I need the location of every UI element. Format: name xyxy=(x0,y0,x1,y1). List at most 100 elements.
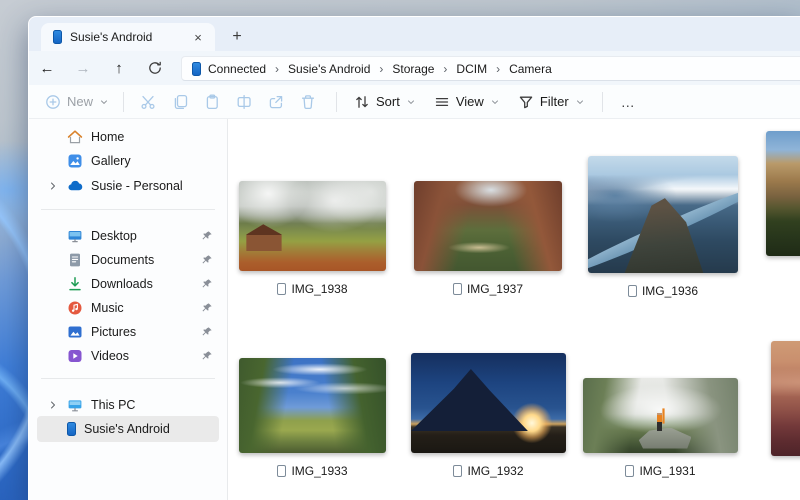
copy-button[interactable] xyxy=(164,88,196,116)
refresh-button[interactable] xyxy=(141,54,169,82)
home-icon xyxy=(67,129,83,145)
chevron-down-icon xyxy=(490,97,500,107)
view-icon xyxy=(434,94,450,110)
onedrive-cloud-icon xyxy=(67,178,83,194)
toolbar-divider xyxy=(602,92,603,112)
toolbar-divider xyxy=(123,92,124,112)
sidebar-item-label: Home xyxy=(91,130,219,144)
up-button[interactable]: ↑ xyxy=(105,54,133,82)
breadcrumb-dcim[interactable]: DCIM xyxy=(449,62,494,76)
sort-icon xyxy=(354,94,370,110)
photo-thumbnail xyxy=(771,341,800,456)
paste-icon xyxy=(204,94,220,110)
sidebar-item-label: Pictures xyxy=(91,325,193,339)
breadcrumb-separator: › xyxy=(377,62,385,76)
sidebar-item-label: Documents xyxy=(91,253,193,267)
copy-icon xyxy=(172,94,188,110)
file-explorer-window: Susie's Android × + ← → ↑ Connected › Su… xyxy=(28,16,800,500)
rename-icon xyxy=(236,94,252,110)
sidebar-item-label: Gallery xyxy=(91,154,219,168)
file-label: IMG_1936 xyxy=(588,284,738,298)
file-img-1938[interactable]: IMG_1938 xyxy=(239,181,386,296)
view-button[interactable]: View xyxy=(425,88,509,116)
sidebar-item-documents[interactable]: Documents xyxy=(37,248,219,272)
breadcrumb-separator: › xyxy=(494,62,502,76)
sidebar-item-music[interactable]: Music xyxy=(37,296,219,320)
trash-icon xyxy=(300,94,316,110)
sidebar-item-downloads[interactable]: Downloads xyxy=(37,272,219,296)
cut-button[interactable] xyxy=(132,88,164,116)
sidebar-item-gallery[interactable]: Gallery xyxy=(37,149,219,173)
sidebar-item-onedrive-personal[interactable]: Susie - Personal xyxy=(37,174,219,198)
sidebar-item-label: This PC xyxy=(91,398,219,412)
new-tab-button[interactable]: + xyxy=(225,25,249,49)
file-partial-right-bottom[interactable] xyxy=(771,341,800,456)
view-label: View xyxy=(456,94,484,109)
breadcrumb-device[interactable]: Susie's Android xyxy=(281,62,377,76)
back-button[interactable]: ← xyxy=(33,54,61,82)
sidebar-item-label: Downloads xyxy=(91,277,193,291)
close-tab-icon[interactable]: × xyxy=(189,28,207,46)
music-icon xyxy=(67,300,83,316)
new-label: New xyxy=(67,94,93,109)
tab-title: Susie's Android xyxy=(70,30,181,44)
pin-icon xyxy=(201,278,213,290)
sidebar-item-videos[interactable]: Videos xyxy=(37,344,219,368)
tab-susies-android[interactable]: Susie's Android × xyxy=(41,23,215,51)
new-button[interactable]: New xyxy=(39,94,115,110)
filter-label: Filter xyxy=(540,94,569,109)
navigation-pane: Home Gallery Susie - Personal Desktop Do… xyxy=(29,119,227,500)
file-partial-right-top[interactable] xyxy=(766,131,800,256)
breadcrumb-storage[interactable]: Storage xyxy=(385,62,441,76)
sidebar-item-label: Desktop xyxy=(91,229,193,243)
gallery-icon xyxy=(67,153,83,169)
sidebar-divider xyxy=(41,209,215,210)
sidebar-item-susies-android[interactable]: Susie's Android xyxy=(37,416,219,442)
breadcrumb-connected[interactable]: Connected xyxy=(201,62,273,76)
chevron-right-icon[interactable] xyxy=(47,180,59,192)
photo-thumbnail xyxy=(588,156,738,273)
delete-button[interactable] xyxy=(292,88,324,116)
share-button[interactable] xyxy=(260,88,292,116)
file-name: IMG_1936 xyxy=(642,284,698,298)
share-icon xyxy=(268,94,284,110)
phone-icon xyxy=(192,62,201,76)
file-img-1937[interactable]: IMG_1937 xyxy=(414,181,562,296)
photo-thumbnail xyxy=(414,181,562,271)
filter-icon xyxy=(518,94,534,110)
breadcrumb-camera[interactable]: Camera xyxy=(502,62,559,76)
sidebar-item-pictures[interactable]: Pictures xyxy=(37,320,219,344)
filter-button[interactable]: Filter xyxy=(509,88,594,116)
command-toolbar: New Sort View xyxy=(29,85,800,119)
file-label: IMG_1933 xyxy=(239,464,386,478)
downloads-icon xyxy=(67,276,83,292)
photo-file-icon xyxy=(277,283,286,295)
file-img-1936[interactable]: IMG_1936 xyxy=(588,156,738,298)
phone-icon xyxy=(67,422,76,436)
chevron-down-icon xyxy=(575,97,585,107)
sidebar-item-home[interactable]: Home xyxy=(37,125,219,149)
file-img-1931[interactable]: IMG_1931 xyxy=(583,378,738,478)
forward-button[interactable]: → xyxy=(69,54,97,82)
paste-button[interactable] xyxy=(196,88,228,116)
more-options-button[interactable]: … xyxy=(611,94,646,110)
rename-button[interactable] xyxy=(228,88,260,116)
sidebar-item-desktop[interactable]: Desktop xyxy=(37,224,219,248)
toolbar-divider xyxy=(336,92,337,112)
documents-icon xyxy=(67,252,83,268)
file-label: IMG_1931 xyxy=(583,464,738,478)
photo-thumbnail xyxy=(583,378,738,453)
file-name: IMG_1938 xyxy=(291,282,347,296)
breadcrumb[interactable]: Connected › Susie's Android › Storage › … xyxy=(181,56,800,81)
photo-file-icon xyxy=(453,283,462,295)
pin-icon xyxy=(201,254,213,266)
file-name: IMG_1933 xyxy=(291,464,347,478)
sidebar-item-label: Music xyxy=(91,301,193,315)
file-label: IMG_1938 xyxy=(239,282,386,296)
file-img-1933[interactable]: IMG_1933 xyxy=(239,358,386,478)
file-img-1932[interactable]: IMG_1932 xyxy=(411,353,566,478)
sidebar-item-this-pc[interactable]: This PC xyxy=(37,393,219,417)
cut-icon xyxy=(140,94,156,110)
chevron-right-icon[interactable] xyxy=(47,399,59,411)
sort-button[interactable]: Sort xyxy=(345,88,425,116)
